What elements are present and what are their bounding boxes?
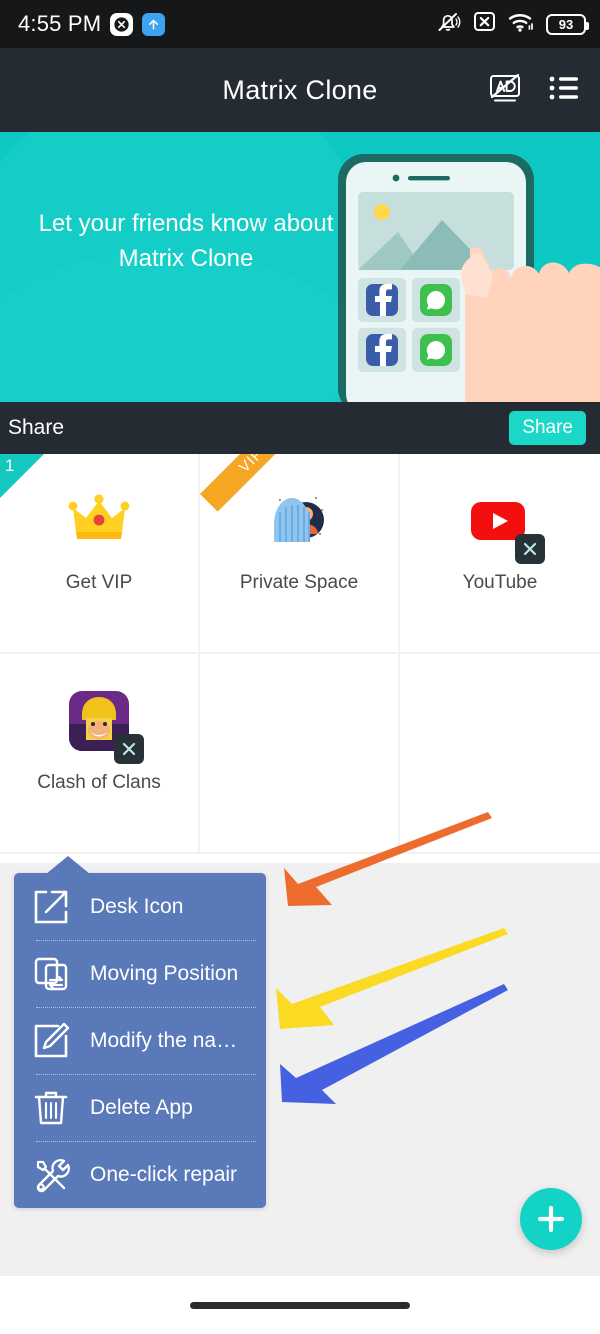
move-copy-icon [28, 951, 74, 997]
trash-icon [28, 1085, 74, 1131]
app-grid-area: 1 Get VIP VIP Private Space YouTube Clas… [0, 454, 600, 863]
app-cell-empty [200, 654, 400, 854]
status-bar: 4:55 PM 93 [0, 0, 600, 48]
share-bar-label: Share [8, 416, 65, 439]
x-circle-icon [110, 12, 134, 36]
context-menu-item-moving-position[interactable]: Moving Position [14, 940, 266, 1007]
context-menu-item-modify-name[interactable]: Modify the na… [14, 1007, 266, 1074]
wrench-screwdriver-icon [28, 1152, 74, 1198]
context-menu-item-one-click-repair[interactable]: One-click repair [14, 1141, 266, 1208]
status-bar-clock: 4:55 PM [18, 11, 102, 36]
context-menu-item-desk-icon[interactable]: Desk Icon [14, 873, 266, 940]
context-menu-item-label: Delete App [90, 1095, 193, 1119]
app-bar-actions [488, 48, 580, 132]
edit-pencil-icon [28, 1018, 74, 1064]
battery-level-label: 93 [558, 16, 574, 32]
app-cell-get-vip[interactable]: 1 Get VIP [0, 454, 200, 654]
app-cell-empty [400, 654, 600, 854]
banner-illustration [338, 154, 600, 402]
context-menu-item-label: Moving Position [90, 961, 239, 985]
phone-screen: 4:55 PM 93 Matrix Clone Let your friends… [0, 0, 600, 1334]
youtube-icon [469, 490, 545, 564]
battery-indicator: 93 [546, 13, 589, 35]
app-bar: Matrix Clone [0, 48, 600, 132]
upload-arrow-icon [142, 12, 166, 36]
bell-muted-icon [435, 10, 461, 39]
share-bar: Share Share [0, 402, 600, 454]
status-bar-left: 4:55 PM [18, 11, 166, 37]
count-ribbon-label: 1 [5, 456, 15, 475]
list-menu-icon[interactable] [548, 74, 580, 107]
gesture-pill[interactable] [190, 1301, 410, 1309]
sim-card-off-icon [472, 10, 497, 38]
private-space-icon [268, 490, 330, 552]
context-menu-item-delete-app[interactable]: Delete App [14, 1074, 266, 1141]
plus-icon [537, 1205, 565, 1233]
app-cell-youtube[interactable]: YouTube [400, 454, 600, 654]
no-ads-icon[interactable] [488, 72, 522, 109]
banner-headline: Let your friends know about Matrix Clone [38, 210, 334, 273]
app-grid: 1 Get VIP VIP Private Space YouTube Clas… [0, 454, 600, 854]
external-link-icon [28, 884, 74, 930]
app-label: YouTube [462, 572, 538, 593]
clash-of-clans-icon [68, 690, 144, 764]
promo-banner[interactable]: Let your friends know about Matrix Clone [0, 132, 600, 402]
delete-app-badge[interactable] [515, 534, 545, 564]
delete-app-badge[interactable] [114, 734, 144, 764]
wifi-icon [508, 11, 535, 38]
app-cell-private-space[interactable]: VIP Private Space [200, 454, 400, 654]
status-bar-right: 93 [435, 10, 589, 39]
app-label: Clash of Clans [37, 772, 161, 793]
share-button[interactable]: Share [509, 411, 586, 445]
app-label: Private Space [239, 572, 359, 593]
crown-icon [68, 490, 130, 552]
context-menu-item-label: Modify the na… [90, 1028, 238, 1052]
context-menu-pointer [46, 856, 90, 874]
context-menu-item-label: One-click repair [90, 1162, 238, 1186]
add-app-button[interactable] [520, 1188, 582, 1250]
app-label: Get VIP [65, 572, 133, 593]
system-nav-bar [0, 1276, 600, 1334]
page-title: Matrix Clone [222, 74, 378, 105]
context-menu-item-label: Desk Icon [90, 894, 184, 918]
app-cell-clash-of-clans[interactable]: Clash of Clans [0, 654, 200, 854]
app-context-menu: Desk Icon Moving Position Modify the na… [14, 856, 266, 1208]
